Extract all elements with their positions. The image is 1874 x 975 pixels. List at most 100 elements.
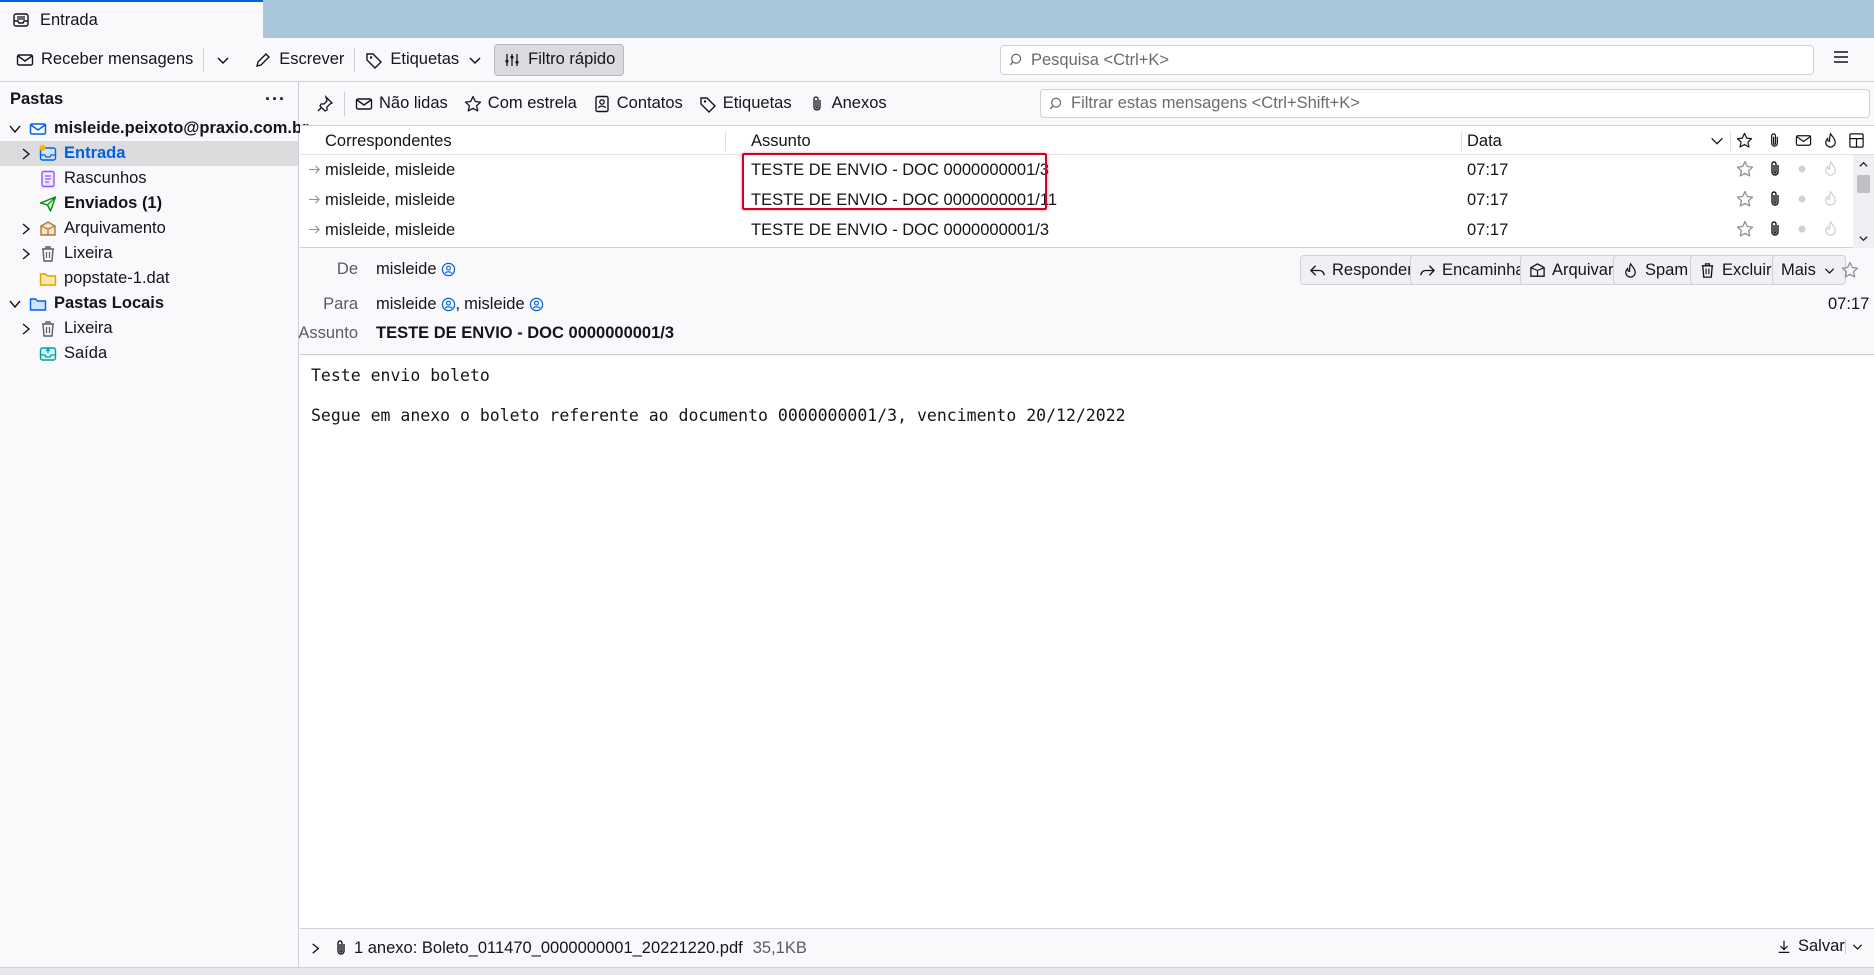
filter-attachments-button[interactable]: Anexos: [800, 89, 895, 119]
column-date[interactable]: Data: [1467, 132, 1502, 151]
folder-local-trash[interactable]: Lixeira: [0, 316, 298, 341]
folder-pane-title: Pastas: [10, 89, 64, 108]
reply-label: Responder: [1332, 260, 1413, 279]
search-icon: [1049, 96, 1065, 112]
get-messages-dropdown[interactable]: [206, 44, 240, 76]
column-correspondents[interactable]: Correspondentes: [325, 132, 452, 151]
more-options-icon[interactable]: ···: [265, 90, 286, 108]
from-name[interactable]: misleide: [376, 260, 437, 279]
read-status-column-icon[interactable]: [1795, 132, 1812, 149]
save-attachment-button[interactable]: Salvar: [1776, 937, 1845, 956]
fire-icon: [1622, 262, 1639, 279]
chevron-right-icon[interactable]: [19, 222, 33, 236]
row-read-dot-icon[interactable]: [1797, 224, 1807, 234]
message-star-icon[interactable]: [1841, 261, 1859, 279]
filter-tags-button[interactable]: Etiquetas: [691, 89, 800, 119]
chevron-down-icon[interactable]: [8, 297, 22, 311]
chevron-right-icon[interactable]: [309, 942, 322, 955]
folder-sent[interactable]: Enviados (1): [0, 191, 298, 216]
chevron-right-icon[interactable]: [19, 247, 33, 261]
delete-button[interactable]: Excluir: [1690, 255, 1781, 285]
more-button[interactable]: Mais: [1772, 255, 1846, 285]
row-star-icon[interactable]: [1736, 220, 1754, 238]
filter-messages-input[interactable]: Filtrar estas mensagens <Ctrl+Shift+K>: [1040, 89, 1870, 118]
filter-messages-placeholder: Filtrar estas mensagens <Ctrl+Shift+K>: [1071, 94, 1360, 112]
write-button[interactable]: Escrever: [246, 44, 352, 76]
folder-trash[interactable]: Lixeira: [0, 241, 298, 266]
download-icon: [1776, 939, 1792, 955]
folder-drafts[interactable]: Rascunhos: [0, 166, 298, 191]
junk-button[interactable]: Spam: [1613, 255, 1698, 285]
forwarded-arrow-icon: [308, 193, 321, 206]
inbox-icon: [12, 11, 30, 29]
to-name[interactable]: misleide: [464, 295, 525, 314]
write-label: Escrever: [279, 50, 345, 68]
contact-icon[interactable]: [441, 262, 456, 277]
quick-filter-button[interactable]: Filtro rápido: [494, 43, 625, 76]
app-menu-button[interactable]: [1832, 48, 1850, 66]
row-read-dot-icon[interactable]: [1797, 194, 1807, 204]
folder-account[interactable]: misleide.peixoto@praxio.com.br: [0, 116, 309, 141]
chevron-down-icon: [1822, 263, 1837, 278]
folder-outbox[interactable]: Saída: [0, 341, 298, 366]
table-row[interactable]: misleide, misleide TESTE DE ENVIO - DOC …: [300, 155, 1874, 185]
row-junk-icon[interactable]: [1822, 190, 1839, 207]
pencil-icon: [254, 51, 272, 69]
scroll-down-icon[interactable]: [1858, 233, 1869, 244]
row-subject: TESTE DE ENVIO - DOC 0000000001/3: [751, 221, 1050, 239]
tags-button[interactable]: Etiquetas: [357, 44, 492, 76]
table-row[interactable]: misleide, misleide TESTE DE ENVIO - DOC …: [300, 185, 1874, 215]
column-picker-icon[interactable]: [1848, 132, 1865, 149]
row-read-dot-icon[interactable]: [1797, 164, 1807, 174]
column-divider[interactable]: [1461, 131, 1462, 151]
attachment-bar[interactable]: 1 anexo: Boleto_011470_0000000001_202212…: [300, 928, 1874, 967]
star-column-icon[interactable]: [1736, 132, 1753, 149]
column-subject[interactable]: Assunto: [751, 132, 811, 151]
scroll-up-icon[interactable]: [1858, 159, 1869, 170]
get-messages-button[interactable]: Receber mensagens: [8, 44, 201, 76]
pin-filter-button[interactable]: [308, 89, 342, 119]
row-date: 07:17: [1467, 191, 1509, 209]
junk-column-icon[interactable]: [1822, 132, 1839, 149]
row-star-icon[interactable]: [1736, 160, 1754, 178]
folder-archives[interactable]: Arquivamento: [0, 216, 298, 241]
row-subject: TESTE DE ENVIO - DOC 0000000001/3: [751, 161, 1050, 179]
scrollbar-thumb[interactable]: [1857, 175, 1870, 193]
reply-button[interactable]: Responder: [1300, 255, 1422, 285]
attachment-summary[interactable]: 1 anexo: Boleto_011470_0000000001_202212…: [354, 939, 743, 958]
to-name[interactable]: misleide: [376, 295, 437, 314]
global-search-input[interactable]: Pesquisa <Ctrl+K>: [1000, 45, 1814, 75]
junk-label: Spam: [1645, 260, 1689, 279]
from-value[interactable]: misleide: [376, 260, 456, 279]
folder-popstate[interactable]: popstate-1.dat: [0, 266, 298, 291]
to-separator: ,: [455, 295, 461, 313]
thread-scrollbar[interactable]: [1853, 155, 1874, 248]
filter-unread-button[interactable]: Não lidas: [347, 89, 456, 119]
archive-button[interactable]: Arquivar: [1520, 255, 1623, 285]
table-row[interactable]: misleide, misleide TESTE DE ENVIO - DOC …: [300, 215, 1874, 245]
chevron-down-icon: [214, 51, 232, 69]
folder-label: misleide.peixoto@praxio.com.br: [54, 119, 309, 137]
column-divider[interactable]: [1730, 131, 1731, 151]
row-star-icon[interactable]: [1736, 190, 1754, 208]
sort-chevron-down-icon[interactable]: [1709, 133, 1725, 149]
pin-icon: [316, 94, 334, 113]
contact-icon[interactable]: [441, 297, 456, 312]
attachment-column-icon[interactable]: [1766, 132, 1783, 149]
chevron-right-icon[interactable]: [19, 322, 33, 336]
row-correspondents: misleide, misleide: [325, 161, 456, 179]
contact-icon[interactable]: [529, 297, 544, 312]
row-junk-icon[interactable]: [1822, 220, 1839, 237]
save-options-dropdown[interactable]: [1845, 939, 1865, 954]
to-value: misleide , misleide: [376, 295, 544, 314]
folder-local-folders[interactable]: Pastas Locais: [0, 291, 298, 316]
filter-contacts-button[interactable]: Contatos: [585, 89, 691, 119]
toolbar-separator: [354, 47, 356, 72]
column-divider[interactable]: [725, 131, 726, 151]
folder-inbox[interactable]: Entrada: [0, 141, 298, 166]
filter-starred-button[interactable]: Com estrela: [456, 89, 585, 119]
chevron-right-icon[interactable]: [19, 147, 33, 161]
row-junk-icon[interactable]: [1822, 160, 1839, 177]
chevron-down-icon[interactable]: [8, 122, 22, 136]
tab-inbox[interactable]: Entrada: [0, 0, 263, 38]
